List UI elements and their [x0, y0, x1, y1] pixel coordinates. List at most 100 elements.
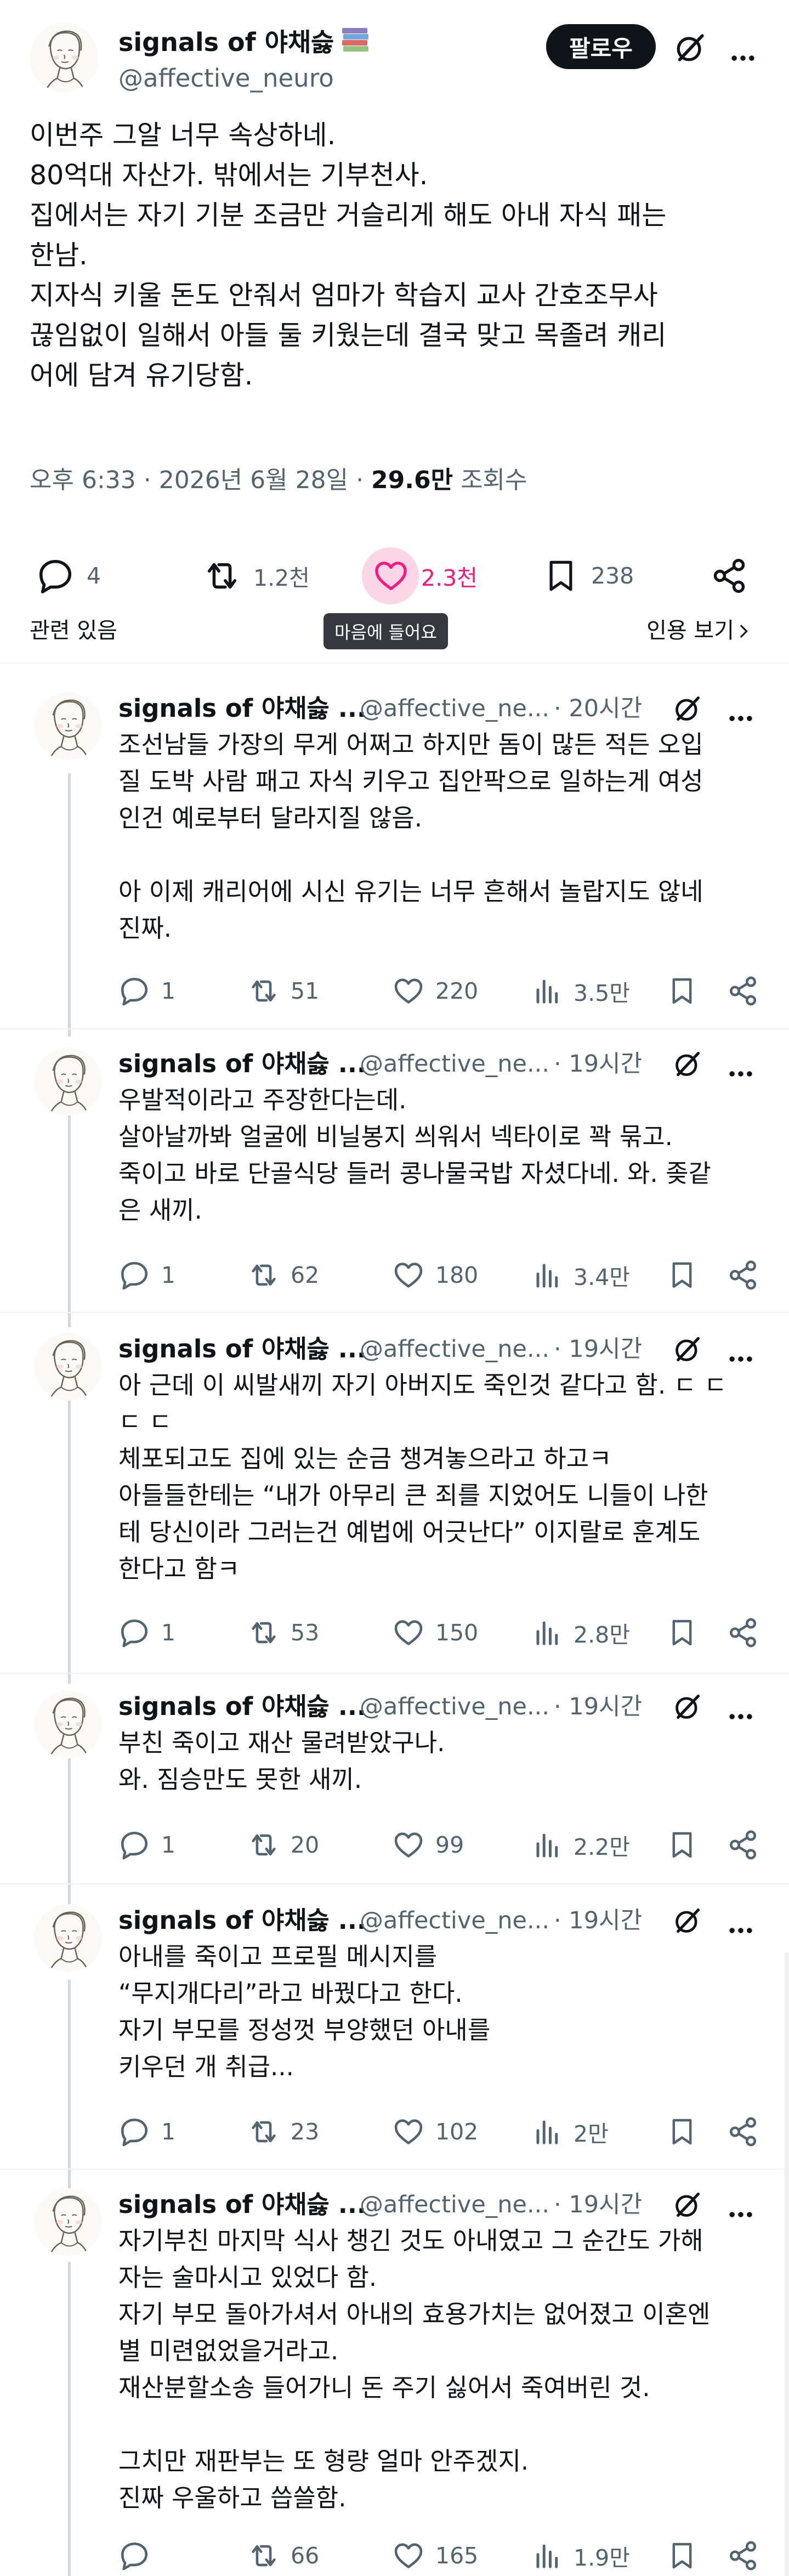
avatar[interactable]	[30, 23, 99, 92]
repost-button[interactable]: 62	[248, 1256, 319, 1294]
reply-button[interactable]: 1	[118, 972, 175, 1010]
like-button[interactable]: 99	[393, 1826, 464, 1864]
author-name[interactable]: signals of 야채슳	[118, 25, 370, 61]
heart-icon	[393, 2540, 424, 2572]
reply-author-name[interactable]: signals of 야채슳 ...	[118, 1048, 366, 1080]
views-button[interactable]: 2.2만	[533, 1826, 630, 1864]
grok-icon[interactable]	[673, 694, 702, 723]
views-button[interactable]: 3.4만	[533, 1256, 630, 1294]
bookmark-button[interactable]	[667, 1613, 697, 1652]
grok-icon[interactable]	[673, 1692, 702, 1721]
more-options-icon[interactable]	[723, 1691, 759, 1721]
reply-action-bar: 1 62 180 3.4만	[118, 1256, 765, 1294]
share-button[interactable]	[727, 2539, 759, 2572]
bookmark-button[interactable]	[667, 1826, 697, 1864]
share-button[interactable]	[727, 1826, 759, 1864]
view-quotes-label[interactable]: 인용 보기	[646, 618, 734, 643]
repost-count: 1.2천	[253, 565, 310, 591]
bookmark-button[interactable]: 238	[543, 554, 634, 598]
avatar[interactable]	[34, 692, 102, 760]
author-name-text[interactable]: signals of 야채슳	[118, 27, 334, 57]
reply-timestamp[interactable]: · 19시간	[554, 1904, 642, 1937]
avatar[interactable]	[34, 2188, 102, 2256]
reply-author-name[interactable]: signals of 야채슳 ...	[118, 692, 366, 725]
avatar[interactable]	[34, 1333, 102, 1401]
repost-button[interactable]: 23	[248, 2113, 319, 2151]
reply-count: 4	[87, 563, 101, 589]
reply-post[interactable]: signals of 야채슳 ... @affective_ne... · 19…	[0, 2188, 789, 2576]
bookmark-button[interactable]	[667, 2539, 697, 2572]
like-button[interactable]: 220	[393, 972, 478, 1010]
reply-timestamp[interactable]: · 19시간	[554, 1690, 642, 1723]
related-label[interactable]: 관련 있음	[30, 614, 117, 647]
reply-timestamp[interactable]: · 19시간	[554, 1048, 642, 1080]
more-options-icon[interactable]	[723, 1049, 759, 1078]
like-button[interactable]: 180	[393, 1256, 478, 1294]
reply-button[interactable]: 1	[118, 1613, 175, 1652]
views-button[interactable]: 2만	[533, 2113, 609, 2151]
reply-timestamp[interactable]: · 19시간	[554, 2188, 642, 2221]
avatar[interactable]	[34, 1690, 102, 1758]
reply-button[interactable]: 1	[118, 2113, 175, 2151]
reply-author-handle[interactable]: @affective_ne...	[360, 1904, 549, 1937]
reply-post[interactable]: signals of 야채슳 ... @affective_ne... · 19…	[0, 1690, 789, 1877]
more-options-icon[interactable]	[723, 2189, 759, 2219]
repost-button[interactable]: 66	[248, 2539, 319, 2572]
repost-button[interactable]: 51	[248, 972, 319, 1010]
grok-icon[interactable]	[673, 1906, 702, 1935]
like-button[interactable]: 102	[393, 2113, 478, 2151]
share-button[interactable]	[727, 1613, 759, 1652]
like-button[interactable]: 165	[393, 2539, 478, 2572]
reply-button[interactable]: 4	[36, 554, 101, 598]
reply-author-name[interactable]: signals of 야채슳 ...	[118, 1690, 366, 1723]
bookmark-button[interactable]	[667, 1256, 697, 1294]
like-button[interactable]: 150	[393, 1613, 478, 1652]
more-options-icon[interactable]	[723, 1905, 759, 1935]
reply-author-handle[interactable]: @affective_ne...	[360, 1048, 549, 1080]
reply-author-handle[interactable]: @affective_ne...	[360, 1333, 549, 1366]
reply-post[interactable]: signals of 야채슳 ... @affective_ne... · 19…	[0, 1048, 789, 1311]
grok-icon[interactable]	[673, 2190, 702, 2219]
author-handle[interactable]: @affective_neuro	[118, 61, 334, 95]
repost-button[interactable]: 53	[248, 1613, 319, 1652]
share-button[interactable]	[727, 1256, 759, 1294]
share-button[interactable]	[711, 554, 748, 598]
reply-button[interactable]: 1	[118, 1826, 175, 1864]
reply-author-handle[interactable]: @affective_ne...	[360, 2188, 549, 2221]
bookmark-button[interactable]	[667, 972, 697, 1010]
like-count: 99	[435, 1832, 464, 1858]
reply-author-name[interactable]: signals of 야채슳 ...	[118, 1904, 366, 1937]
reply-button[interactable]: 1	[118, 1256, 175, 1294]
follow-button[interactable]: 팔로우	[546, 24, 656, 69]
repost-button[interactable]: 1.2천	[203, 554, 310, 598]
repost-button[interactable]: 20	[248, 1826, 319, 1864]
views-button[interactable]: 3.5만	[533, 972, 630, 1010]
reply-post[interactable]: signals of 야채슳 ... @affective_ne... · 19…	[0, 1904, 789, 2167]
more-options-icon[interactable]	[723, 693, 759, 723]
like-button[interactable]: 2.3천	[373, 554, 478, 598]
reply-timestamp[interactable]: · 19시간	[554, 1333, 642, 1366]
share-button[interactable]	[727, 2113, 759, 2151]
scrollbar[interactable]	[785, 1952, 789, 2576]
more-options-icon[interactable]	[724, 33, 762, 63]
post-timestamp[interactable]: 오후 6:33 · 2026년 6월 28일 ·	[30, 466, 371, 494]
avatar[interactable]	[34, 1904, 102, 1972]
views-button[interactable]: 2.8만	[533, 1613, 630, 1652]
reply-author-name[interactable]: signals of 야채슳 ...	[118, 2188, 366, 2221]
grok-icon[interactable]	[674, 32, 706, 64]
reply-timestamp[interactable]: · 20시간	[554, 692, 642, 725]
reply-author-handle[interactable]: @affective_ne...	[360, 1690, 549, 1723]
share-button[interactable]	[727, 972, 759, 1010]
reply-button[interactable]	[118, 2539, 161, 2572]
grok-icon[interactable]	[673, 1335, 702, 1363]
reply-post[interactable]: signals of 야채슳 ... @affective_ne... · 20…	[0, 692, 789, 1032]
reply-post[interactable]: signals of 야채슳 ... @affective_ne... · 19…	[0, 1333, 789, 1673]
more-options-icon[interactable]	[723, 1334, 759, 1363]
avatar[interactable]	[34, 1048, 102, 1116]
reply-author-name[interactable]: signals of 야채슳 ...	[118, 1333, 366, 1366]
views-button[interactable]: 1.9만	[533, 2539, 630, 2572]
view-quotes-link[interactable]: 인용 보기	[646, 614, 753, 647]
bookmark-button[interactable]	[667, 2113, 697, 2151]
reply-author-handle[interactable]: @affective_ne...	[360, 692, 549, 725]
grok-icon[interactable]	[673, 1050, 702, 1078]
